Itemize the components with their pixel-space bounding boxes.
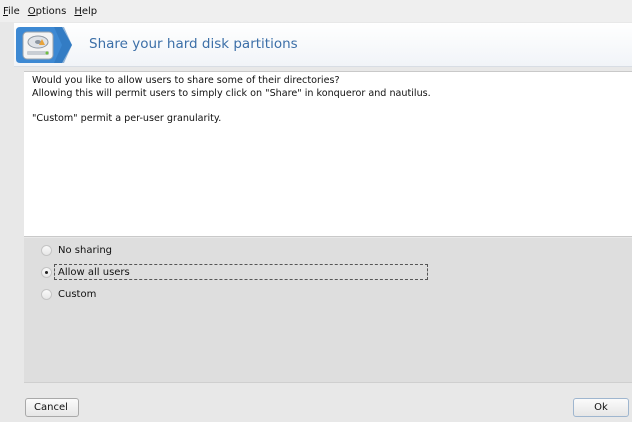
option-custom-label: Custom: [58, 288, 97, 300]
radio-no-sharing[interactable]: [41, 244, 52, 256]
page-title: Share your hard disk partitions: [89, 36, 298, 52]
radio-allow-all-users[interactable]: [41, 266, 52, 278]
menu-file-label: ile: [8, 5, 20, 17]
menu-bar: File Options Help: [0, 0, 632, 22]
ok-button[interactable]: Ok: [573, 398, 629, 417]
description-line-3: "Custom" permit a per-user granularity.: [32, 112, 222, 124]
hard-disk-share-icon: [16, 27, 72, 63]
description-line-1: Would you like to allow users to share s…: [32, 75, 340, 86]
radio-custom[interactable]: [41, 288, 52, 300]
menu-help-label: elp: [81, 5, 98, 17]
option-custom[interactable]: Custom: [41, 286, 96, 302]
cancel-button[interactable]: Cancel: [25, 398, 79, 417]
option-allow-all-users-label: Allow all users: [58, 266, 130, 278]
menu-help[interactable]: Help: [74, 6, 97, 17]
option-allow-all-users[interactable]: Allow all users: [41, 264, 130, 280]
option-no-sharing[interactable]: No sharing: [41, 242, 112, 258]
menu-options-mnemonic: O: [27, 5, 36, 17]
description-line-2: Allowing this will permit users to simpl…: [32, 87, 431, 99]
sharing-options: No sharing Allow all users Custom: [24, 238, 632, 383]
dialog-header: Share your hard disk partitions: [14, 23, 632, 67]
menu-help-mnemonic: H: [74, 5, 82, 17]
menu-file[interactable]: File: [3, 6, 20, 17]
option-no-sharing-label: No sharing: [58, 244, 113, 256]
menu-options-label: ptions: [35, 5, 67, 17]
description-panel: Would you like to allow users to share s…: [24, 71, 632, 237]
description-spacer: [32, 100, 624, 113]
menu-options[interactable]: Options: [28, 6, 67, 17]
